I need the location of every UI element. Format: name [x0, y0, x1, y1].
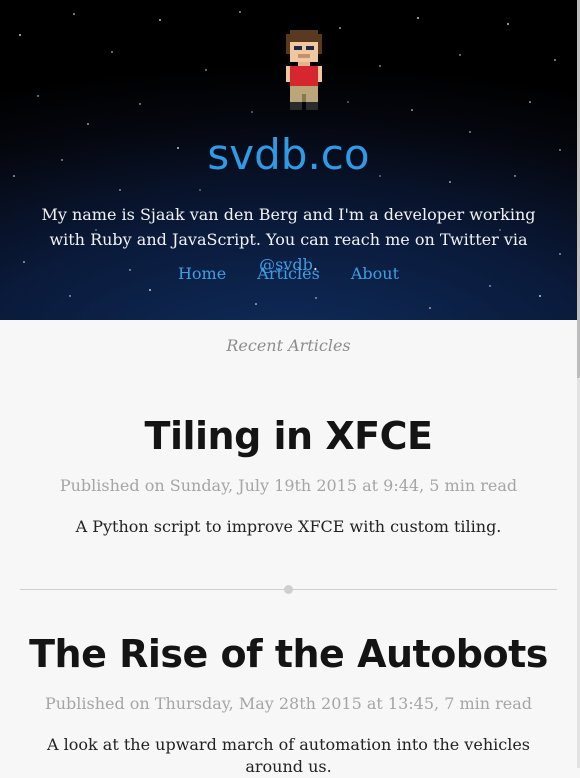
nav-articles[interactable]: Articles: [257, 264, 320, 283]
main-nav: Home Articles About: [0, 264, 577, 283]
article-excerpt: A look at the upward march of automation…: [47, 735, 530, 776]
nav-home[interactable]: Home: [178, 264, 226, 283]
site-header: svdb.co My name is Sjaak van den Berg an…: [0, 0, 577, 320]
nav-about[interactable]: About: [351, 264, 399, 283]
article-meta: Published on Thursday, May 28th 2015 at …: [44, 694, 533, 713]
article-title[interactable]: Tiling in XFCE: [0, 412, 577, 460]
avatar: [286, 30, 322, 110]
site-title[interactable]: svdb.co: [0, 128, 577, 182]
article-excerpt: A Python script to improve XFCE with cus…: [75, 517, 502, 536]
recent-articles-label: Recent Articles: [226, 336, 351, 355]
intro-sentence: My name is Sjaak van den Berg and I'm a …: [41, 205, 536, 249]
divider-dot: [284, 585, 293, 594]
article-meta: Published on Sunday, July 19th 2015 at 9…: [59, 476, 518, 495]
article-title[interactable]: The Rise of the Autobots: [0, 630, 577, 678]
